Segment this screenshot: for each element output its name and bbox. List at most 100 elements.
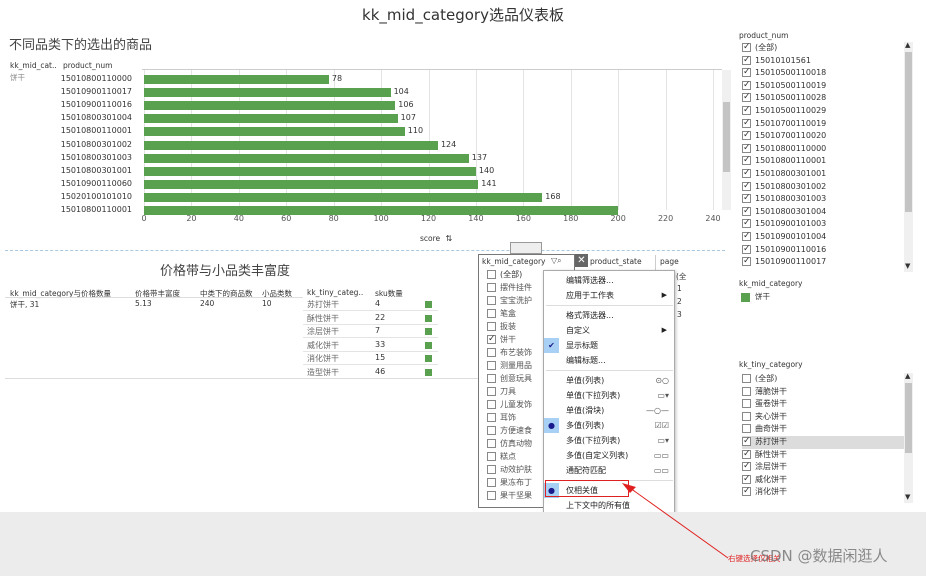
floating-filter-item[interactable]: 测量用品 (487, 360, 532, 373)
product-num-filter-item[interactable]: 15010900110017 (742, 255, 826, 269)
checkbox[interactable] (742, 129, 751, 142)
floating-filter-item[interactable]: 饼干 (487, 333, 516, 347)
product-num-filter-item[interactable]: 15010500110028 (742, 91, 826, 105)
product-num-filter-item[interactable]: 15010500110029 (742, 104, 826, 118)
filter-dropdown-icon[interactable]: ▽⌕ (551, 256, 562, 266)
tiny-scrollbar-thumb[interactable] (905, 383, 912, 453)
floating-filter-item[interactable]: 耳饰 (487, 412, 516, 425)
menu-item[interactable]: 格式筛选器... (544, 308, 675, 323)
bar[interactable] (144, 153, 469, 163)
checkbox[interactable] (742, 230, 751, 243)
product-num-filter-item[interactable]: 15010900101004 (742, 230, 826, 244)
tiny-category-filter-item[interactable]: 苏打饼干 (742, 435, 904, 449)
checkbox[interactable] (742, 54, 751, 66)
menu-item[interactable]: 编辑筛选器... (544, 273, 675, 288)
checkbox[interactable] (742, 167, 751, 180)
floating-filter-item[interactable]: 糕点 (487, 451, 516, 464)
floating-filter-item[interactable]: 果冻布丁 (487, 477, 532, 490)
floating-filter-item[interactable]: 动效护肤 (487, 464, 532, 477)
floating-filter-item[interactable]: 方便速食 (487, 425, 532, 438)
bar[interactable] (144, 179, 479, 189)
menu-item[interactable]: 自定义 ▶ (544, 323, 675, 338)
floating-filter-item[interactable]: 果干坚果 (487, 490, 532, 503)
checkbox[interactable] (487, 348, 496, 357)
checkbox[interactable] (487, 387, 496, 396)
bar[interactable] (144, 192, 543, 202)
product-num-filter-item[interactable]: 15010700110019 (742, 117, 826, 131)
checkbox[interactable] (487, 478, 496, 487)
product-num-filter-item[interactable]: 15010700110020 (742, 129, 826, 143)
product-num-filter-item[interactable]: 15010800110001 (742, 154, 826, 168)
floating-filter-item[interactable]: (全部) (487, 269, 522, 282)
checkbox[interactable] (487, 309, 496, 318)
bar[interactable] (144, 166, 476, 176)
tiny-category-filter-item[interactable]: (全部) (742, 373, 904, 386)
scroll-down-icon[interactable]: ▼ (905, 262, 910, 270)
menu-item[interactable]: 应用于工作表 ▶ (544, 288, 675, 303)
checkbox[interactable] (487, 439, 496, 448)
checkbox[interactable] (742, 205, 751, 217)
checkbox[interactable] (742, 192, 751, 205)
checkbox[interactable] (487, 361, 496, 370)
checkbox[interactable] (742, 386, 751, 396)
sort-icon[interactable]: ⇅ (446, 234, 453, 243)
floating-filter-item[interactable]: 笔盒 (487, 308, 516, 321)
checkbox[interactable] (742, 79, 751, 91)
tiny-category-filter-item[interactable]: 威化饼干 (742, 473, 904, 487)
checkbox[interactable] (487, 491, 496, 500)
checkbox[interactable] (742, 104, 751, 117)
bar[interactable] (144, 101, 396, 111)
scroll-up-icon[interactable]: ▲ (905, 41, 910, 49)
chart-scrollbar[interactable] (722, 70, 731, 210)
product-num-scrollbar-thumb[interactable] (905, 52, 912, 212)
bar[interactable] (144, 75, 329, 84)
bar[interactable] (144, 140, 438, 150)
menu-item[interactable]: 单值(列表) ⊙○ (544, 373, 675, 388)
checkbox[interactable] (487, 400, 496, 409)
checkbox[interactable] (742, 374, 751, 383)
tiny-category-filter-item[interactable]: 夹心饼干 (742, 411, 904, 424)
product-num-filter-item[interactable]: 15010500110018 (742, 66, 826, 80)
product-num-filter-item[interactable]: 15010900110016 (742, 243, 826, 257)
menu-item[interactable]: 单值(下拉列表) ▭▾ (544, 388, 675, 403)
checkbox[interactable] (742, 142, 751, 154)
menu-item[interactable]: 多值(下拉列表) ▭▾ (544, 433, 675, 448)
checkbox[interactable] (742, 117, 751, 129)
menu-item[interactable]: 编辑标题... (544, 353, 675, 368)
menu-item[interactable]: 通配符匹配 ▭▭ (544, 463, 675, 478)
checkbox[interactable] (742, 217, 751, 230)
product-num-filter-item[interactable]: 15010101561 (742, 54, 811, 68)
checkbox[interactable] (742, 66, 751, 79)
tiny-category-filter-item[interactable]: 消化饼干 (742, 485, 904, 499)
menu-item[interactable]: 多值(自定义列表) ▭▭ (544, 448, 675, 463)
checkbox[interactable] (742, 448, 751, 460)
checkbox[interactable] (742, 485, 751, 498)
tiny-scroll-down-icon[interactable]: ▼ (905, 493, 910, 501)
checkbox[interactable] (487, 374, 496, 383)
tiny-category-filter-item[interactable]: 酥性饼干 (742, 448, 904, 462)
product-num-scrollbar[interactable]: ▲ ▼ (904, 41, 913, 272)
tiny-category-filter-item[interactable]: 曲奇饼干 (742, 423, 904, 436)
floating-filter-item[interactable]: 儿童发饰 (487, 399, 532, 412)
floating-filter-item[interactable]: 仿真动物 (487, 438, 532, 451)
checkbox[interactable] (487, 270, 496, 279)
checkbox[interactable] (742, 399, 751, 409)
checkbox[interactable] (487, 283, 496, 292)
floating-filter-grip[interactable] (510, 242, 542, 254)
tiny-category-filter-item[interactable]: 薄脆饼干 (742, 386, 904, 399)
checkbox[interactable] (487, 296, 496, 305)
checkbox[interactable] (487, 413, 496, 422)
checkbox[interactable] (742, 473, 751, 485)
checkbox[interactable] (742, 41, 751, 54)
tiny-category-filter-item[interactable]: 涂层饼干 (742, 460, 904, 474)
checkbox[interactable] (742, 435, 751, 448)
checkbox[interactable] (742, 91, 751, 104)
bar[interactable] (144, 114, 398, 124)
floating-filter-item[interactable]: 布艺装饰 (487, 347, 532, 360)
tiny-category-filter-item[interactable]: 蛋卷饼干 (742, 398, 904, 411)
checkbox[interactable] (487, 322, 496, 331)
product-num-filter-item[interactable]: 15010800301004 (742, 205, 826, 219)
checkbox[interactable] (742, 154, 751, 167)
checkbox[interactable] (742, 411, 751, 421)
menu-item[interactable]: 单值(滑块) —○— (544, 403, 675, 418)
